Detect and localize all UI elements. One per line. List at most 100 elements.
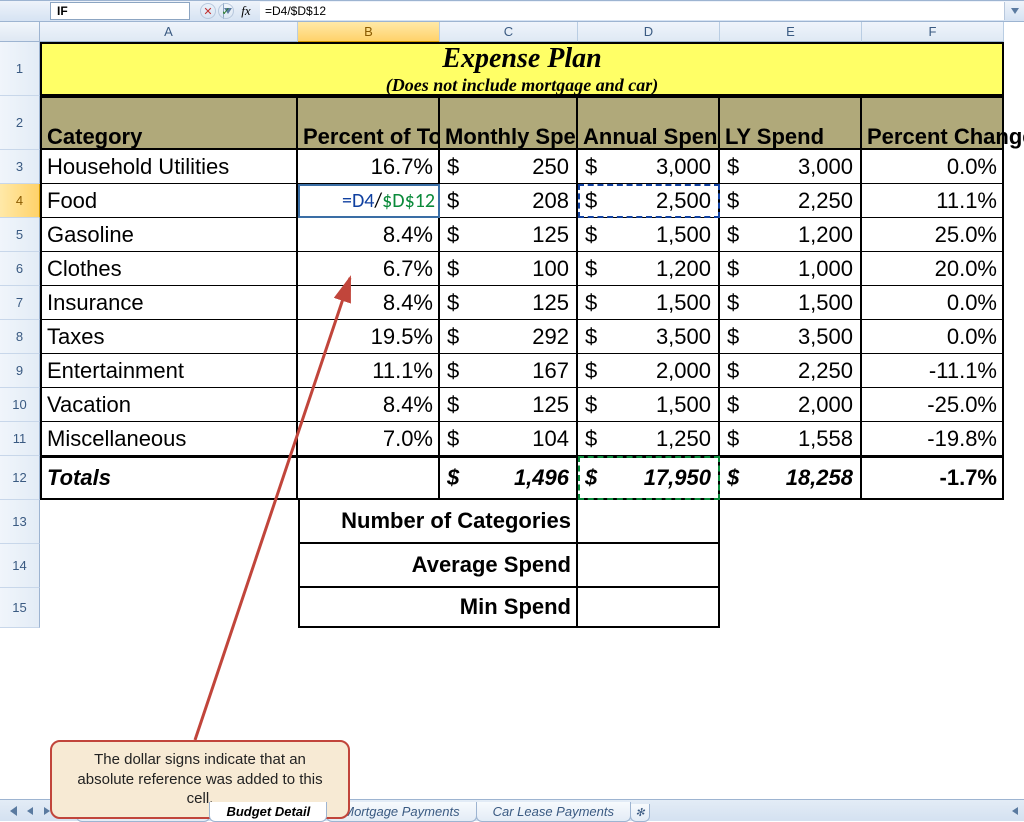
- cell-A7[interactable]: Insurance: [40, 286, 298, 320]
- cell-A14[interactable]: [40, 544, 298, 588]
- enter-formula-button[interactable]: ✓: [218, 3, 234, 19]
- row-header-2[interactable]: 2: [0, 96, 40, 150]
- cell-B8[interactable]: 19.5%: [298, 320, 440, 354]
- cell-A9[interactable]: Entertainment: [40, 354, 298, 388]
- row-header-9[interactable]: 9: [0, 354, 40, 388]
- scroll-left-icon[interactable]: [1012, 807, 1018, 815]
- cell-B12[interactable]: [298, 456, 440, 500]
- cell-F7[interactable]: 0.0%: [862, 286, 1004, 320]
- cell-D14[interactable]: [578, 544, 720, 588]
- cell-A13[interactable]: [40, 500, 298, 544]
- formula-bar-expand[interactable]: [1004, 2, 1024, 20]
- header-ly-spend[interactable]: LY Spend: [720, 96, 862, 150]
- col-header-B[interactable]: B: [298, 22, 440, 42]
- cell-B5[interactable]: 8.4%: [298, 218, 440, 252]
- col-header-D[interactable]: D: [578, 22, 720, 42]
- cell-E14[interactable]: [720, 544, 862, 588]
- header-category[interactable]: Category: [40, 96, 298, 150]
- cell-A5[interactable]: Gasoline: [40, 218, 298, 252]
- cell-A12-totals[interactable]: Totals: [40, 456, 298, 500]
- header-percent-total[interactable]: Percent of Total: [298, 96, 440, 150]
- cell-F10[interactable]: -25.0%: [862, 388, 1004, 422]
- row-header-13[interactable]: 13: [0, 500, 40, 544]
- cell-C14-label[interactable]: Average Spend: [440, 544, 578, 588]
- row-header-8[interactable]: 8: [0, 320, 40, 354]
- cell-D13[interactable]: [578, 500, 720, 544]
- cell-F14[interactable]: [862, 544, 1004, 588]
- name-box[interactable]: [51, 3, 223, 19]
- cell-F6[interactable]: 20.0%: [862, 252, 1004, 286]
- cell-A6[interactable]: Clothes: [40, 252, 298, 286]
- cell-F13[interactable]: [862, 500, 1004, 544]
- col-header-F[interactable]: F: [862, 22, 1004, 42]
- col-header-E[interactable]: E: [720, 22, 862, 42]
- cell-D7[interactable]: $1,500: [578, 286, 720, 320]
- formula-input[interactable]: [260, 2, 1004, 20]
- cell-B9[interactable]: 11.1%: [298, 354, 440, 388]
- worksheet-grid[interactable]: A B C D E F 1 2 3 4 5 6 7 8 9 10 11 12 1…: [0, 22, 1024, 799]
- cell-E5[interactable]: $1,200: [720, 218, 862, 252]
- cell-A15[interactable]: [40, 588, 298, 628]
- cell-D8[interactable]: $3,500: [578, 320, 720, 354]
- tab-insert-worksheet[interactable]: ✻: [630, 804, 650, 822]
- header-percent-change[interactable]: Percent Change: [862, 96, 1004, 150]
- cell-D3[interactable]: $3,000: [578, 150, 720, 184]
- cell-C15-label[interactable]: Min Spend: [440, 588, 578, 628]
- row-header-3[interactable]: 3: [0, 150, 40, 184]
- title-cell[interactable]: Expense Plan (Does not include mortgage …: [40, 42, 1004, 96]
- cell-D11[interactable]: $1,250: [578, 422, 720, 456]
- cell-F3[interactable]: 0.0%: [862, 150, 1004, 184]
- cell-F5[interactable]: 25.0%: [862, 218, 1004, 252]
- row-header-4[interactable]: 4: [0, 184, 40, 218]
- cell-D9[interactable]: $2,000: [578, 354, 720, 388]
- cell-B3[interactable]: 16.7%: [298, 150, 440, 184]
- tab-budget-detail[interactable]: Budget Detail: [209, 802, 327, 822]
- cell-D5[interactable]: $1,500: [578, 218, 720, 252]
- tab-nav-first[interactable]: [6, 804, 20, 818]
- cell-F4[interactable]: 11.1%: [862, 184, 1004, 218]
- cell-A10[interactable]: Vacation: [40, 388, 298, 422]
- cell-E12[interactable]: $18,258: [720, 456, 862, 500]
- row-header-14[interactable]: 14: [0, 544, 40, 588]
- cell-E8[interactable]: $3,500: [720, 320, 862, 354]
- cell-C3[interactable]: $250: [440, 150, 578, 184]
- row-header-12[interactable]: 12: [0, 456, 40, 500]
- cell-D15[interactable]: [578, 588, 720, 628]
- cell-C13-label[interactable]: Number of Categories: [440, 500, 578, 544]
- cell-B6[interactable]: 6.7%: [298, 252, 440, 286]
- cell-E6[interactable]: $1,000: [720, 252, 862, 286]
- cell-B4-editing[interactable]: =D4/$D$12: [298, 184, 440, 218]
- cell-B11[interactable]: 7.0%: [298, 422, 440, 456]
- row-header-6[interactable]: 6: [0, 252, 40, 286]
- name-box-container[interactable]: [50, 2, 190, 20]
- row-header-7[interactable]: 7: [0, 286, 40, 320]
- tab-car-lease-payments[interactable]: Car Lease Payments: [476, 802, 631, 822]
- cell-E4[interactable]: $2,250: [720, 184, 862, 218]
- cell-C11[interactable]: $104: [440, 422, 578, 456]
- insert-function-button[interactable]: fx: [236, 2, 256, 20]
- cell-B15[interactable]: [298, 588, 440, 628]
- row-header-10[interactable]: 10: [0, 388, 40, 422]
- cell-C8[interactable]: $292: [440, 320, 578, 354]
- row-header-15[interactable]: 15: [0, 588, 40, 628]
- cell-D4[interactable]: $2,500: [578, 184, 720, 218]
- cell-E7[interactable]: $1,500: [720, 286, 862, 320]
- cell-C12[interactable]: $1,496: [440, 456, 578, 500]
- row-header-11[interactable]: 11: [0, 422, 40, 456]
- cell-D6[interactable]: $1,200: [578, 252, 720, 286]
- cell-A4[interactable]: Food: [40, 184, 298, 218]
- row-header-5[interactable]: 5: [0, 218, 40, 252]
- header-monthly-spend[interactable]: Monthly Spend: [440, 96, 578, 150]
- row-header-1[interactable]: 1: [0, 42, 40, 96]
- cell-B10[interactable]: 8.4%: [298, 388, 440, 422]
- cancel-formula-button[interactable]: ✕: [200, 3, 216, 19]
- cell-E9[interactable]: $2,250: [720, 354, 862, 388]
- cell-F8[interactable]: 0.0%: [862, 320, 1004, 354]
- col-header-A[interactable]: A: [40, 22, 298, 42]
- cell-A8[interactable]: Taxes: [40, 320, 298, 354]
- col-header-C[interactable]: C: [440, 22, 578, 42]
- cell-B7[interactable]: 8.4%: [298, 286, 440, 320]
- tab-nav-prev[interactable]: [23, 804, 37, 818]
- cell-C4[interactable]: $208: [440, 184, 578, 218]
- cell-D12[interactable]: $17,950: [578, 456, 720, 500]
